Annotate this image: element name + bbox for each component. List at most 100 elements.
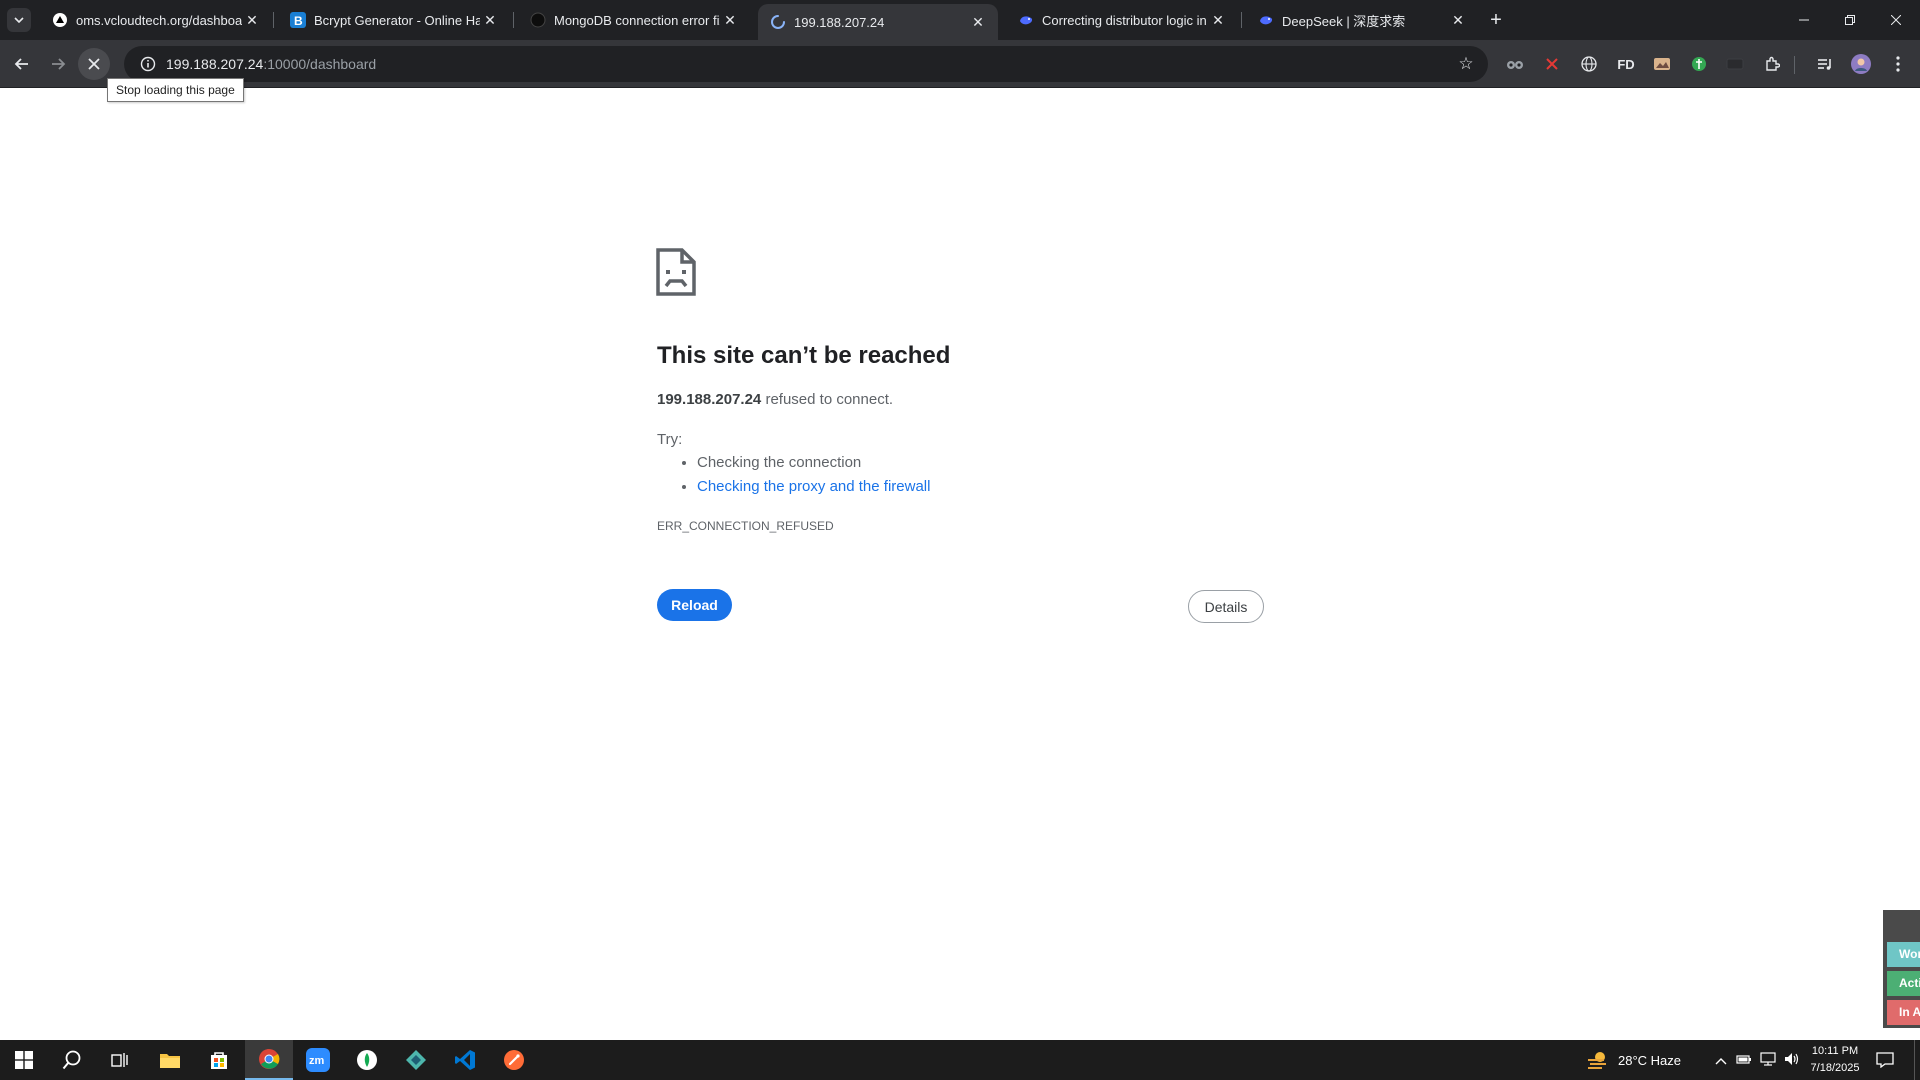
widget-row-in[interactable]: In A (1887, 1000, 1920, 1025)
globe-extension-icon[interactable] (1576, 51, 1602, 77)
new-tab-button[interactable]: + (1484, 8, 1508, 32)
profile-avatar[interactable] (1848, 51, 1874, 77)
postman-button[interactable] (490, 1040, 538, 1080)
task-view-icon (111, 1053, 128, 1067)
close-icon[interactable]: ✕ (720, 10, 740, 30)
start-button[interactable] (0, 1040, 48, 1080)
tab-separator (273, 12, 274, 28)
proxy-firewall-link[interactable]: Checking the proxy and the firewall (697, 478, 930, 495)
tab-title: MongoDB connection error fix (554, 12, 720, 28)
forward-button[interactable] (42, 48, 74, 80)
green-circle-extension-icon[interactable] (1686, 51, 1712, 77)
suggestion-proxy-firewall: Checking the proxy and the firewall (697, 475, 930, 499)
widget-row-work[interactable]: Wor (1887, 942, 1920, 967)
tab-deepseek[interactable]: DeepSeek | 深度求索 ✕ (1246, 0, 1478, 40)
tab-bcrypt[interactable]: B Bcrypt Generator - Online Hash ✕ (278, 0, 510, 40)
tab-title: oms.vcloudtech.org/dashboard (76, 12, 242, 28)
chrome-taskbar-button[interactable] (245, 1040, 293, 1080)
widget-row-active[interactable]: Acti (1887, 971, 1920, 996)
reload-button[interactable]: Reload (657, 589, 732, 621)
task-view-button[interactable] (96, 1040, 144, 1080)
tab-oms-dashboard[interactable]: oms.vcloudtech.org/dashboard ✕ (40, 0, 272, 40)
mongodb-compass-button[interactable] (343, 1040, 391, 1080)
close-red-extension-icon[interactable] (1539, 51, 1565, 77)
close-icon[interactable]: ✕ (480, 10, 500, 30)
tab-title: Correcting distributor logic in Ja (1042, 12, 1208, 28)
triangle-logo-icon (52, 12, 68, 28)
try-label: Try: (657, 431, 683, 448)
fd-extension-icon[interactable]: FD (1613, 51, 1639, 77)
clock-time: 10:11 PM (1811, 1045, 1859, 1057)
error-host: 199.188.207.24 (657, 391, 762, 408)
close-icon (88, 58, 100, 70)
side-panel-widget: Wor Acti In A (1883, 910, 1920, 1028)
tab-separator (513, 12, 514, 28)
tab-title: DeepSeek | 深度求索 (1282, 13, 1406, 29)
folder-icon (160, 1054, 180, 1068)
weather-widget[interactable]: 28°C Haze (1586, 1040, 1681, 1080)
store-button[interactable] (195, 1040, 243, 1080)
address-bar[interactable]: 199.188.207.24:10000/dashboard ☆ (124, 46, 1488, 82)
url-host: 199.188.207.24 (166, 56, 264, 72)
battery-icon[interactable] (1732, 1053, 1756, 1068)
site-info-icon[interactable] (130, 46, 166, 82)
chevron-up-icon[interactable] (1710, 1053, 1732, 1068)
close-icon[interactable]: ✕ (968, 12, 988, 32)
error-message: 199.188.207.24 refused to connect. (657, 391, 893, 408)
search-button[interactable] (48, 1040, 96, 1080)
windows-taskbar: zm 28°C Haze 10:11 PM 7/18/2025 (0, 1040, 1920, 1080)
image-extension-icon[interactable] (1649, 51, 1675, 77)
suggestion-check-connection: Checking the connection (697, 451, 930, 475)
show-desktop-button[interactable] (1914, 1040, 1920, 1080)
puzzle-extensions-icon[interactable] (1759, 51, 1785, 77)
tab-active-ip[interactable]: 199.188.207.24 ✕ (758, 4, 998, 40)
postman-icon (504, 1050, 524, 1070)
url-path: :10000/dashboard (263, 56, 377, 72)
close-icon[interactable]: ✕ (242, 10, 262, 30)
error-title: This site can’t be reached (657, 342, 951, 369)
chevron-down-icon (14, 17, 24, 23)
toolbar-separator (1794, 56, 1795, 74)
sad-page-icon (656, 248, 696, 296)
bookmark-star-icon[interactable]: ☆ (1456, 54, 1476, 74)
arrow-left-icon (14, 58, 28, 70)
zoom-taskbar-button[interactable]: zm (294, 1040, 342, 1080)
stop-loading-button[interactable] (78, 48, 110, 80)
system-clock[interactable]: 10:11 PM 7/18/2025 (1800, 1043, 1870, 1077)
dark-extension-icon[interactable] (1722, 51, 1748, 77)
tab-strip: oms.vcloudtech.org/dashboard ✕ B Bcrypt … (0, 0, 1920, 40)
vscode-button[interactable] (441, 1040, 489, 1080)
svg-text:zm: zm (309, 1055, 325, 1067)
network-icon[interactable] (1756, 1051, 1780, 1069)
media-control-icon[interactable] (1812, 51, 1838, 77)
error-message-text: refused to connect. (761, 391, 894, 408)
close-window-button[interactable] (1873, 0, 1919, 40)
weather-text: 28°C Haze (1618, 1052, 1682, 1068)
url-text: 199.188.207.24:10000/dashboard (166, 56, 376, 72)
close-icon[interactable]: ✕ (1208, 10, 1228, 30)
ghostery-extension-icon[interactable] (1502, 51, 1528, 77)
deepseek-whale-icon (1018, 12, 1034, 28)
app-diamond-button[interactable] (392, 1040, 440, 1080)
notifications-button[interactable] (1862, 1040, 1908, 1080)
store-icon (211, 1052, 227, 1069)
search-icon (62, 1050, 81, 1070)
windows-logo-icon (15, 1051, 33, 1069)
file-explorer-button[interactable] (146, 1040, 194, 1080)
more-menu-icon[interactable] (1885, 51, 1911, 77)
close-icon (1891, 15, 1901, 25)
svg-text:B: B (294, 14, 303, 28)
close-icon[interactable]: ✕ (1448, 10, 1468, 30)
tab-mongodb[interactable]: MongoDB connection error fix ✕ (518, 0, 750, 40)
browser-toolbar: 199.188.207.24:10000/dashboard ☆ FD (0, 40, 1920, 88)
minimize-button[interactable] (1781, 0, 1827, 40)
restore-icon (1845, 15, 1855, 25)
back-button[interactable] (6, 48, 38, 80)
chrome-icon (259, 1049, 280, 1069)
restore-button[interactable] (1827, 0, 1873, 40)
tab-search-button[interactable] (7, 8, 31, 32)
tab-correcting-distributor[interactable]: Correcting distributor logic in Ja ✕ (1006, 0, 1238, 40)
details-button[interactable]: Details (1188, 590, 1264, 623)
bcrypt-b-icon: B (290, 12, 306, 28)
error-code: ERR_CONNECTION_REFUSED (657, 519, 834, 533)
